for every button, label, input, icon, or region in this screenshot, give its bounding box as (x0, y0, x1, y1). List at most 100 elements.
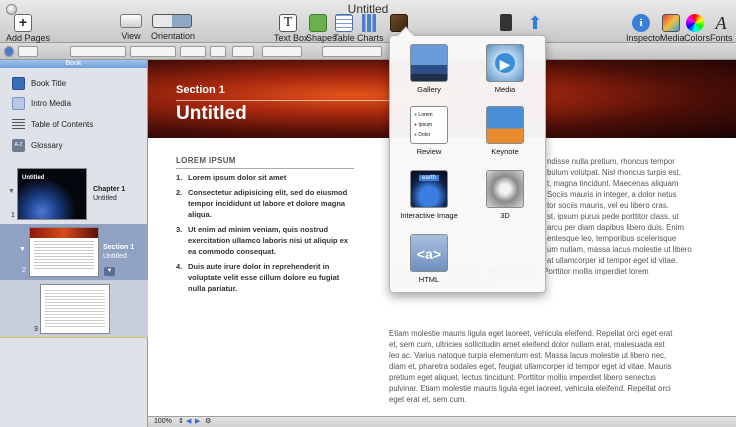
chapter-label: Chapter 1 (93, 186, 126, 193)
inspector-icon: i (632, 14, 650, 32)
widget-gallery[interactable]: Gallery (396, 44, 462, 94)
toolbar: Untitled + Add Pages View Orientation T … (0, 0, 736, 43)
3d-icon (486, 170, 524, 208)
list-item: 3. Ut enim ad minim veniam, quis nostrud … (176, 225, 349, 256)
media-button[interactable]: Media (660, 14, 685, 43)
font-typeface-popup[interactable] (180, 46, 206, 57)
book-icon (12, 76, 25, 90)
interactive-image-icon: earth (410, 170, 448, 208)
section-menu-icon[interactable]: ▼ (104, 267, 115, 276)
charts-icon (360, 14, 378, 32)
body-line: leo ac. Varius natoque turpis elementum … (389, 351, 667, 360)
sidebar-item-label: Book Title (31, 78, 67, 88)
media-play-icon: ▶ (486, 44, 524, 82)
list-item: 4. Duis aute irure dolor in reprehenderit… (176, 262, 340, 293)
list-item: 2. Consectetur adipisicing elit, sed do e… (176, 188, 348, 219)
body-line: Etiam molestie mauris ligula eget laoree… (389, 329, 673, 338)
font-family-popup[interactable] (130, 46, 176, 57)
widgets-popover: Gallery ▶ Media ● Lorem ● Ipsum ● Dolor … (389, 26, 546, 293)
heading-divider (176, 168, 354, 169)
chapter-thumb-title: Untitled (22, 175, 45, 181)
add-pages-button[interactable]: + Add Pages (6, 14, 50, 43)
gallery-icon (410, 44, 448, 82)
toc-icon (12, 117, 25, 131)
sidebar-header: Book (0, 60, 147, 68)
inspector-button[interactable]: i Inspector (626, 14, 663, 43)
media-browser-icon (662, 14, 680, 32)
page-thumbnail[interactable] (40, 284, 110, 334)
sidebar: Book Book Title Intro Media Table of Con… (0, 60, 148, 427)
glossary-icon: A-Z (12, 138, 25, 152)
settings-gear-icon[interactable]: ⚙ (205, 417, 211, 425)
view-button[interactable]: View (120, 14, 142, 41)
media-icon (12, 96, 25, 110)
next-page-icon[interactable]: ▶ (195, 417, 200, 425)
disclosure-triangle-icon[interactable]: ▼ (19, 246, 26, 253)
chapter-subtitle: Untitled (93, 195, 117, 202)
section-subtitle: Untitled (103, 253, 127, 260)
format-bar (0, 43, 736, 60)
section-title[interactable]: Untitled (176, 103, 247, 125)
alignment-buttons[interactable] (322, 46, 382, 57)
sidebar-item-label: Glossary (31, 140, 63, 150)
table-button[interactable]: Table (332, 14, 356, 43)
section-label: Section 1 (103, 244, 135, 251)
previous-page-icon[interactable]: ◀ (186, 417, 191, 425)
page-number: 1 (11, 212, 15, 219)
html-icon: <a> (410, 234, 448, 272)
sidebar-item-label: Intro Media (31, 98, 72, 108)
zoom-stepper-icon[interactable]: ⇕ (178, 417, 184, 425)
page-row[interactable]: 3 (0, 280, 148, 338)
sidebar-item-label: Table of Contents (31, 119, 94, 129)
preview-button[interactable] (496, 14, 516, 32)
shapes-icon (309, 14, 327, 32)
zoom-level[interactable]: 100% (154, 418, 172, 425)
section-row-selected[interactable]: ▼ 2 Section 1 Untitled ▼ (0, 224, 148, 280)
body-line: diam et, pharetra sodales eget, feugiat … (389, 362, 672, 371)
section-label: Section 1 (176, 84, 225, 96)
style-popup[interactable] (70, 46, 126, 57)
styles-drawer-button[interactable] (4, 46, 14, 57)
text-color-well[interactable] (232, 46, 254, 57)
widget-3d[interactable]: 3D (472, 170, 538, 220)
page-number: 2 (22, 267, 26, 274)
fonts-icon: A (715, 13, 727, 33)
list-item: 1. Lorem ipsum dolor sit amet (176, 173, 287, 182)
orientation-control[interactable]: Orientation (151, 14, 195, 41)
widget-keynote[interactable]: Keynote (472, 106, 538, 156)
up-arrow-icon: ⬆ (527, 13, 543, 33)
paragraph-style-menu[interactable] (18, 46, 38, 57)
charts-button[interactable]: Charts (357, 14, 384, 43)
sidebar-item-intro-media[interactable]: Intro Media (12, 94, 71, 112)
widget-interactive-image[interactable]: earth Interactive Image (396, 170, 462, 220)
sidebar-item-book-title[interactable]: Book Title (12, 74, 66, 92)
status-bar: 100% ⇕ ◀ ▶ ⚙ (148, 416, 736, 427)
sidebar-heading[interactable]: LOREM IPSUM (176, 156, 236, 165)
section-thumbnail[interactable] (29, 227, 99, 277)
numbered-list[interactable]: 1. Lorem ipsum dolor sit amet 2. Consectet… (176, 172, 358, 298)
widget-html[interactable]: <a> HTML (396, 234, 462, 284)
add-pages-icon: + (14, 14, 32, 32)
sidebar-item-table-of-contents[interactable]: Table of Contents (12, 115, 93, 133)
publish-button[interactable]: ⬆ (524, 14, 546, 33)
ipad-icon (500, 14, 512, 31)
font-size-field[interactable] (210, 46, 226, 57)
color-wheel-icon (686, 14, 704, 32)
widget-media[interactable]: ▶ Media (472, 44, 538, 94)
bold-italic-underline-buttons[interactable] (262, 46, 302, 57)
body-line: eget erat et, sem cum. (389, 395, 467, 404)
chapter-row[interactable]: ▼ Untitled 1 Chapter 1 Untitled (0, 164, 148, 224)
text-box-button[interactable]: T Text Box (274, 14, 309, 43)
shapes-button[interactable]: Shapes (306, 14, 337, 43)
view-icon (120, 14, 142, 28)
colors-button[interactable]: Colors (684, 14, 710, 43)
disclosure-triangle-icon[interactable]: ▼ (8, 188, 15, 195)
fonts-button[interactable]: A Fonts (710, 13, 733, 43)
body-line: pretium eget aliquet, lectus tincidunt. … (389, 373, 656, 382)
chapter-thumbnail[interactable]: Untitled (17, 168, 87, 220)
widget-review[interactable]: ● Lorem ● Ipsum ● Dolor Review (396, 106, 462, 156)
keynote-icon (486, 106, 524, 144)
sidebar-item-glossary[interactable]: A-Z Glossary (12, 136, 63, 154)
body-text-paragraph-2[interactable]: Etiam molestie mauris ligula eget laoree… (389, 328, 724, 405)
page-number: 3 (34, 326, 38, 333)
